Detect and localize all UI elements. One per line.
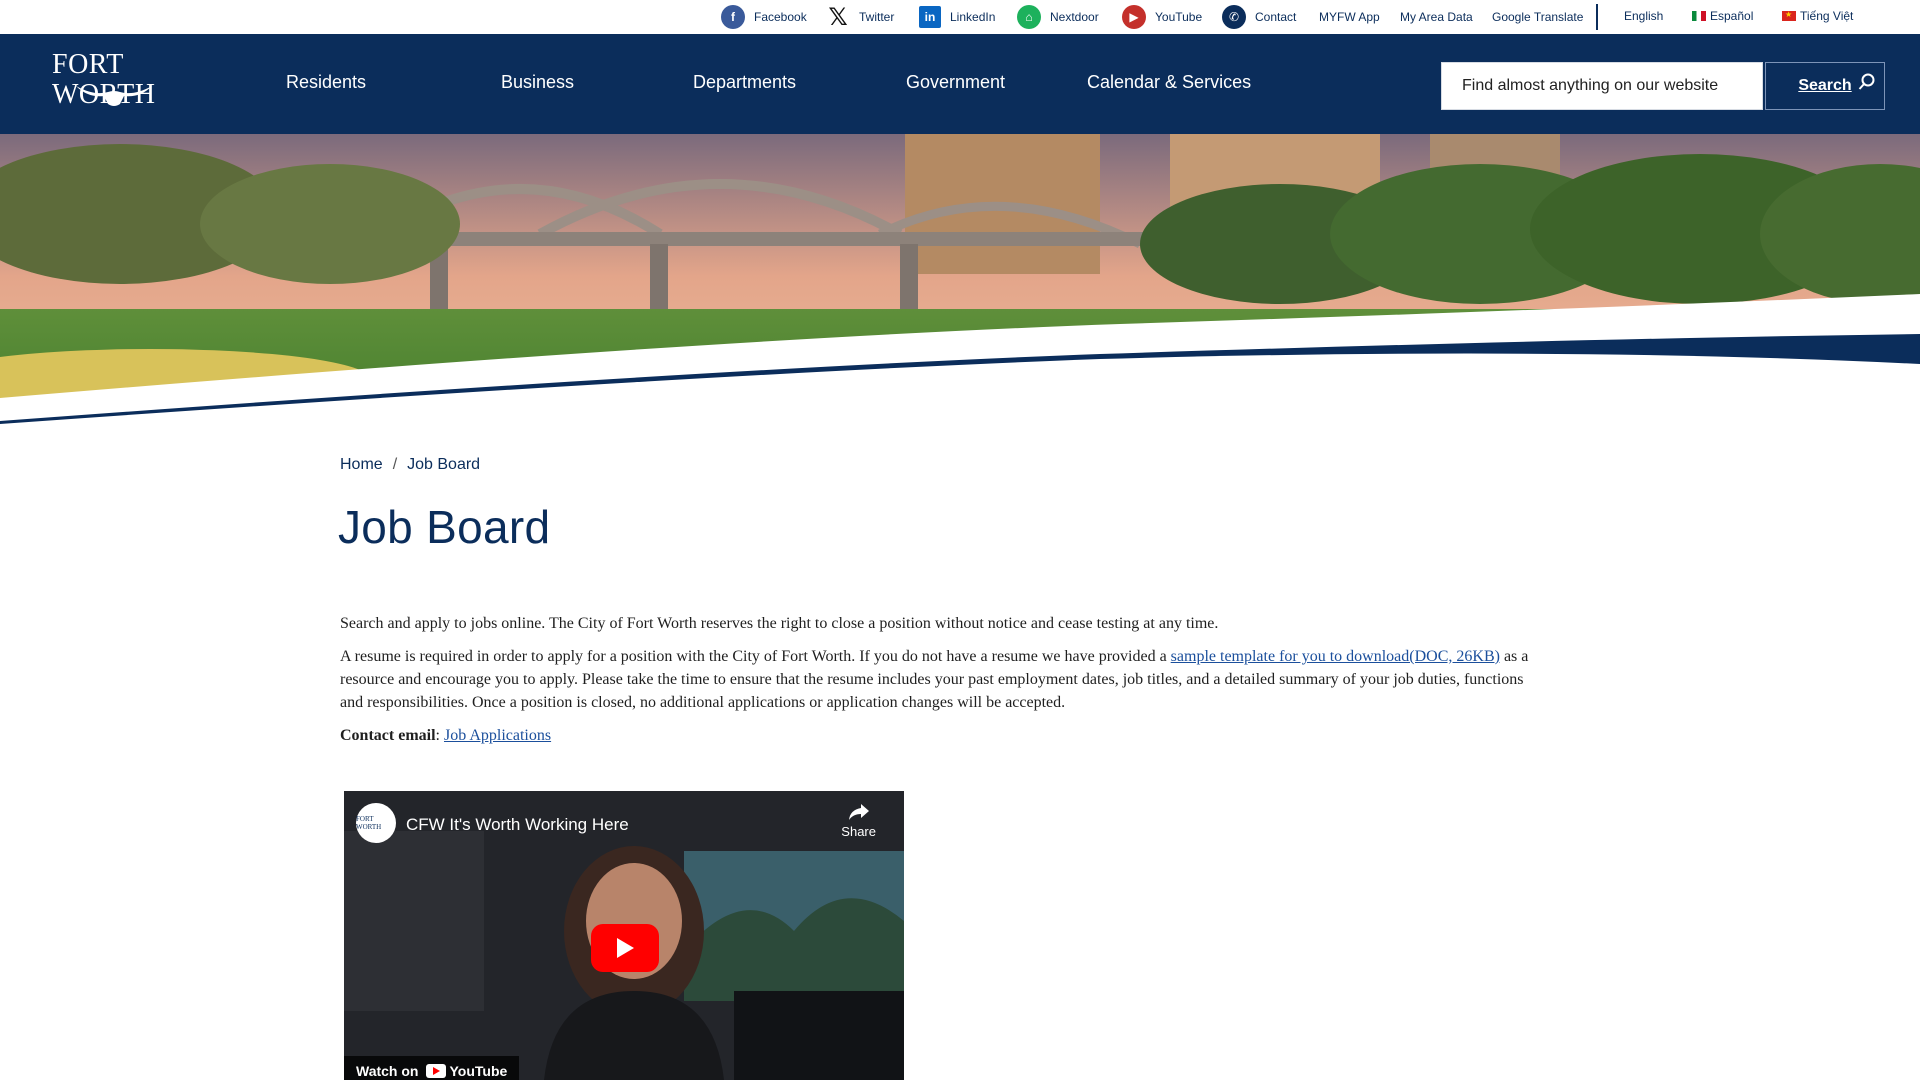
page-content: Search and apply to jobs online. The Cit… — [340, 612, 1540, 757]
language-vietnamese[interactable]: Tiếng Việt — [1782, 9, 1853, 23]
language-espanol[interactable]: Español — [1692, 9, 1753, 23]
google-translate-link[interactable]: Google Translate — [1492, 10, 1583, 24]
play-button[interactable] — [591, 924, 659, 972]
job-applications-link[interactable]: Job Applications — [444, 727, 551, 744]
youtube-icon: ▶ — [1122, 5, 1146, 29]
myfw-app-link[interactable]: MYFW App — [1319, 10, 1380, 24]
video-title[interactable]: CFW It's Worth Working Here — [406, 815, 629, 835]
youtube-logo-icon: YouTube — [426, 1063, 507, 1079]
hero-banner — [0, 134, 1920, 450]
divider — [1596, 4, 1598, 30]
my-area-data-link[interactable]: My Area Data — [1400, 10, 1473, 24]
youtube-link[interactable]: ▶ YouTube — [1122, 4, 1202, 30]
main-nav: FORT WORTH Residents Business Department… — [0, 34, 1920, 134]
nextdoor-link[interactable]: ⌂ Nextdoor — [1017, 4, 1099, 30]
nav-departments[interactable]: Departments — [693, 72, 796, 93]
linkedin-link[interactable]: in LinkedIn — [919, 4, 995, 30]
nav-business[interactable]: Business — [501, 72, 574, 93]
contact-paragraph: Contact email: Job Applications — [340, 727, 552, 744]
contact-link[interactable]: ✆ Contact — [1222, 4, 1296, 30]
breadcrumb-separator: / — [392, 456, 398, 473]
utility-bar: f Facebook 𝕏 Twitter in LinkedIn ⌂ Nextd… — [0, 0, 1920, 34]
search-input[interactable]: Find almost anything on our website — [1441, 62, 1763, 110]
page-title: Job Board — [338, 501, 551, 553]
longhorn-icon — [76, 86, 152, 106]
contact-label: Contact email — [340, 727, 436, 744]
search-button[interactable]: Search — [1765, 62, 1885, 110]
breadcrumb: Home / Job Board — [340, 456, 480, 474]
facebook-link[interactable]: f Facebook — [721, 4, 807, 30]
watch-on-youtube[interactable]: Watch on YouTube — [344, 1056, 520, 1080]
share-icon — [848, 804, 869, 820]
share-button[interactable]: Share — [841, 803, 876, 839]
breadcrumb-home[interactable]: Home — [340, 456, 383, 474]
language-english[interactable]: English — [1624, 9, 1663, 23]
nav-calendar-services[interactable]: Calendar & Services — [1087, 72, 1251, 93]
search-icon — [1858, 73, 1875, 90]
channel-logo[interactable]: FORT WORTH — [356, 803, 396, 843]
nav-residents[interactable]: Residents — [286, 72, 366, 93]
hero-image — [0, 134, 1920, 450]
play-icon — [617, 938, 634, 958]
linkedin-icon: in — [919, 6, 941, 28]
sample-template-link[interactable]: sample template for you to download(DOC,… — [1171, 648, 1500, 665]
fort-worth-logo[interactable]: FORT WORTH — [52, 50, 212, 120]
x-twitter-icon: 𝕏 — [828, 3, 848, 31]
mexico-flag-icon — [1692, 11, 1706, 21]
intro-paragraph: Search and apply to jobs online. The Cit… — [340, 615, 1219, 632]
nav-government[interactable]: Government — [906, 72, 1005, 93]
twitter-link[interactable]: 𝕏 Twitter — [826, 3, 894, 31]
phone-icon: ✆ — [1222, 5, 1246, 29]
video-embed[interactable]: FORT WORTH CFW It's Worth Working Here S… — [344, 791, 904, 1080]
nextdoor-icon: ⌂ — [1017, 5, 1041, 29]
vietnam-flag-icon — [1782, 10, 1796, 21]
breadcrumb-current[interactable]: Job Board — [407, 456, 480, 474]
facebook-icon: f — [721, 5, 745, 29]
resume-paragraph: A resume is required in order to apply f… — [340, 648, 1529, 711]
